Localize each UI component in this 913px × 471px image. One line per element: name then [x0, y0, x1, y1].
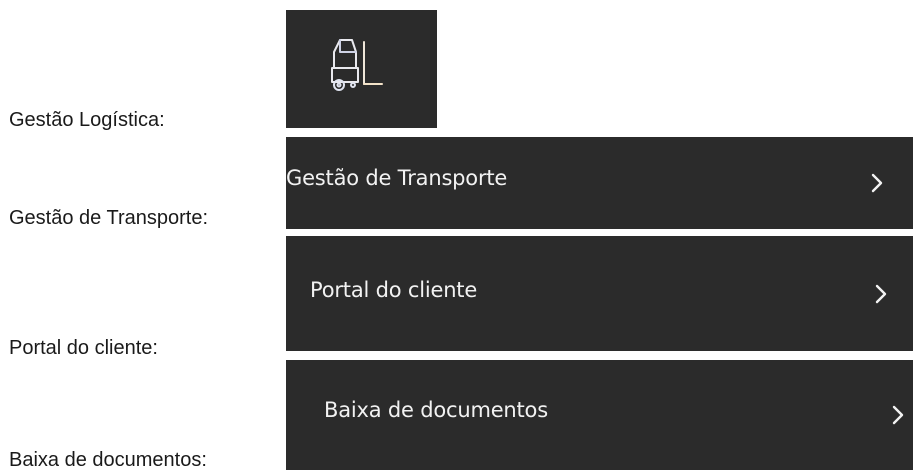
label-baixa-documentos: Baixa de documentos:: [9, 449, 207, 471]
chevron-right-icon: [892, 405, 904, 425]
label-gestao-logistica: Gestão Logística:: [9, 109, 165, 131]
menu-item-label: Gestão de Transporte: [286, 166, 508, 190]
label-gestao-transporte: Gestão de Transporte:: [9, 207, 209, 229]
forklift-icon: [331, 39, 383, 91]
label-portal-cliente: Portal do cliente:: [9, 337, 158, 359]
menu-item-portal-cliente[interactable]: Portal do cliente: [286, 236, 913, 351]
menu-item-label: Baixa de documentos: [324, 398, 548, 422]
menu-item-baixa-documentos[interactable]: Baixa de documentos: [286, 360, 913, 470]
chevron-right-icon: [871, 173, 883, 193]
menu-item-label: Portal do cliente: [310, 277, 478, 302]
logistics-tile[interactable]: [286, 10, 437, 128]
chevron-right-icon: [875, 284, 887, 303]
menu-item-gestao-transporte[interactable]: Gestão de Transporte: [286, 137, 913, 229]
